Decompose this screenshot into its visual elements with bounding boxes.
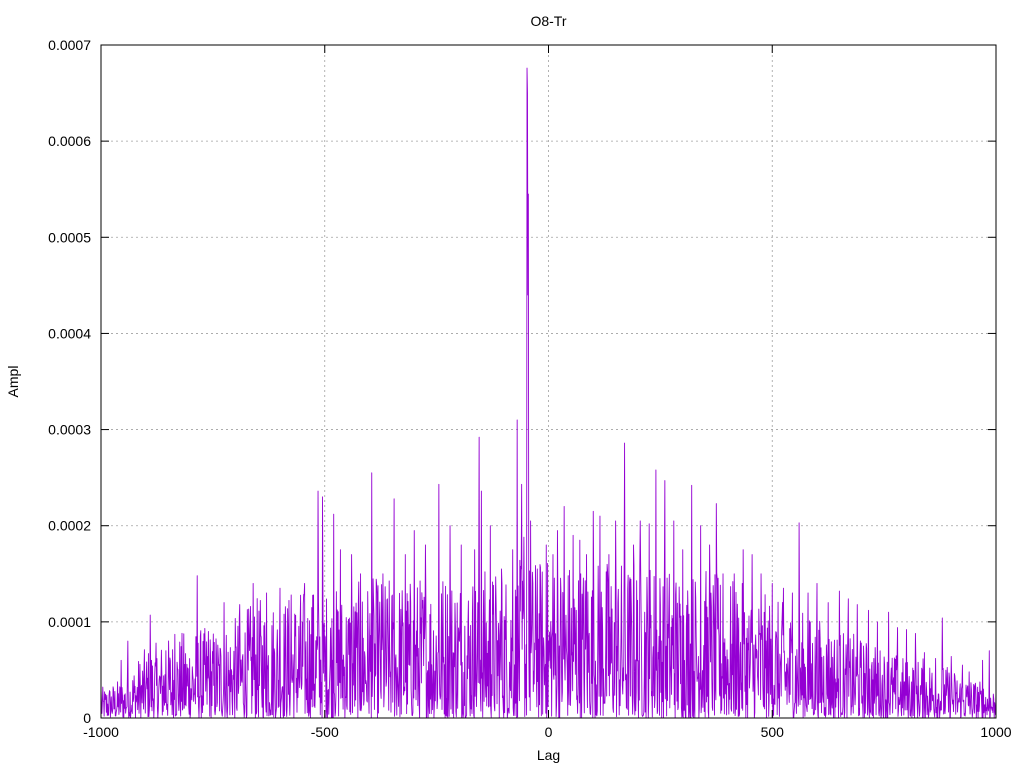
y-tick-label: 0.0004 (48, 325, 91, 341)
y-tick-label: 0 (83, 710, 91, 726)
x-tick-label: -1000 (83, 724, 119, 740)
y-tick-label: 0.0006 (48, 133, 91, 149)
x-tick-label: 0 (545, 724, 553, 740)
chart-title: O8-Tr (530, 13, 566, 29)
y-tick-label: 0.0007 (48, 37, 91, 53)
y-tick-label: 0.0001 (48, 614, 91, 630)
chart: -1000 -500 0 500 1000 0 0.0001 0.0002 0.0003 0.0… (0, 0, 1024, 768)
x-tick-label: -500 (311, 724, 339, 740)
x-axis-label: Lag (537, 747, 560, 763)
x-tick-label: 1000 (980, 724, 1011, 740)
x-tick-label: 500 (761, 724, 785, 740)
y-tick-label: 0.0005 (48, 229, 91, 245)
y-axis-label: Ampl (5, 366, 21, 398)
y-tick-label: 0.0003 (48, 422, 91, 438)
y-tick-label: 0.0002 (48, 518, 91, 534)
